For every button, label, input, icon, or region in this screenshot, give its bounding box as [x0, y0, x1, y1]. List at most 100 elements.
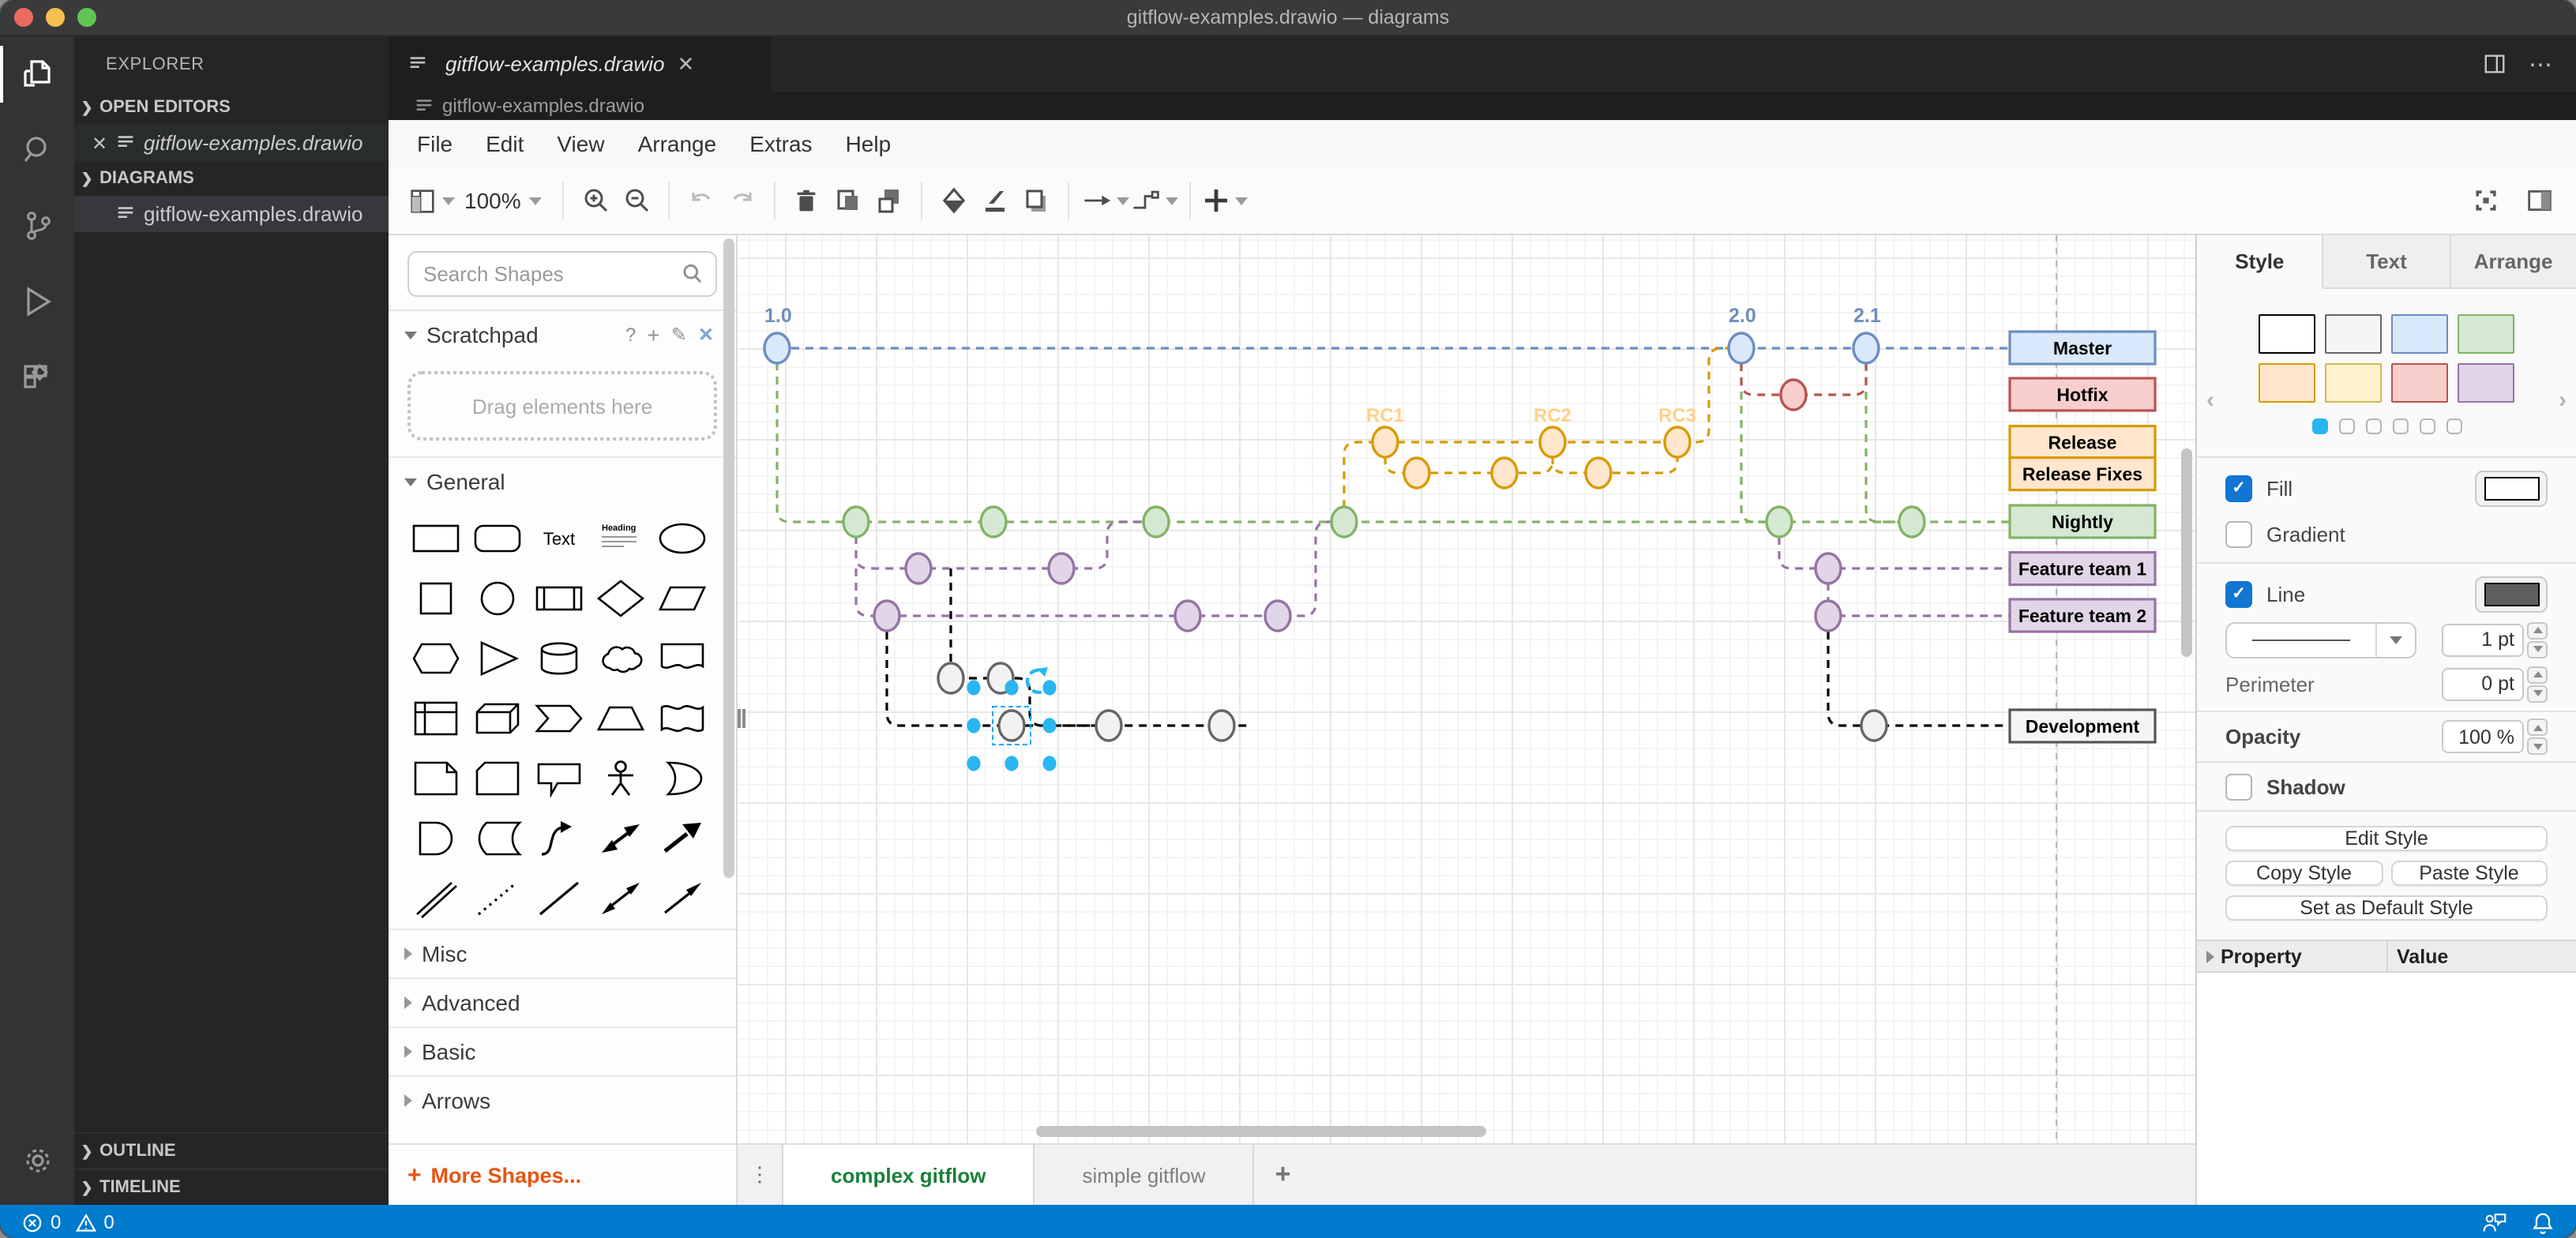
scratchpad-close-icon[interactable]: ✕	[698, 324, 714, 346]
feedback-icon[interactable]	[2481, 1211, 2507, 1233]
shape-bidirectional-arrow[interactable]	[589, 812, 651, 865]
commit-node-orange[interactable]	[1584, 456, 1613, 490]
add-page-button[interactable]: +	[1255, 1145, 1312, 1205]
commit-node-red[interactable]	[1779, 378, 1808, 411]
commit-node-blue[interactable]	[1852, 332, 1880, 365]
commit-node-orange[interactable]	[1490, 456, 1519, 490]
zoom-out-button[interactable]	[616, 177, 657, 224]
line-width-stepper[interactable]	[2527, 621, 2548, 658]
palette-scrollbar[interactable]	[723, 238, 734, 878]
commit-node-selected[interactable]	[997, 709, 1026, 742]
menu-help[interactable]: Help	[846, 131, 892, 156]
branch-edge-green[interactable]	[1864, 363, 1912, 523]
commit-node-orange[interactable]	[1403, 456, 1431, 490]
preset-page-dot-5[interactable]	[2446, 418, 2461, 434]
pages-menu-icon[interactable]: ⋮	[738, 1145, 782, 1205]
shadow-checkbox[interactable]	[2225, 773, 2252, 800]
activity-search[interactable]	[0, 112, 74, 188]
close-icon[interactable]: ✕	[87, 132, 112, 154]
branch-label-feature-team-1[interactable]: Feature team 1	[2008, 550, 2157, 587]
style-preset-1[interactable]	[2325, 314, 2382, 354]
commit-node-green[interactable]	[979, 505, 1008, 538]
shape-cube[interactable]	[466, 692, 528, 745]
edit-style-button[interactable]: Edit Style	[2225, 826, 2548, 851]
undo-button[interactable]	[681, 177, 722, 224]
scratchpad-header[interactable]: Scratchpad ? + ✎ ✕	[389, 310, 736, 358]
zoom-level-dropdown[interactable]: 100%	[455, 188, 551, 213]
timeline-header[interactable]: ❯ TIMELINE	[74, 1169, 389, 1205]
commit-node-orange[interactable]	[1538, 426, 1567, 459]
shape-rounded-rectangle[interactable]	[466, 512, 528, 565]
menu-arrange[interactable]: Arrange	[638, 131, 717, 156]
shape-circle[interactable]	[466, 572, 528, 625]
shape-callout[interactable]	[528, 752, 589, 805]
shape-and[interactable]	[404, 812, 466, 865]
commit-node-green[interactable]	[1330, 505, 1358, 538]
editor-tab[interactable]: gitflow-examples.drawio ✕	[389, 36, 772, 92]
zoom-in-button[interactable]	[575, 177, 616, 224]
split-editor-icon[interactable]	[2483, 52, 2507, 76]
general-section-header[interactable]: General	[389, 456, 736, 505]
style-preset-6[interactable]	[2391, 363, 2448, 403]
activity-explorer[interactable]	[0, 36, 74, 112]
branch-label-release-fixes[interactable]: Release Fixes	[2008, 456, 2157, 492]
branch-label-release[interactable]: Release	[2008, 424, 2157, 460]
line-color-button[interactable]	[974, 177, 1016, 224]
shape-line[interactable]	[528, 872, 589, 925]
preset-page-dot-0[interactable]	[2311, 418, 2327, 434]
style-preset-7[interactable]	[2458, 363, 2514, 403]
shape-arrow[interactable]	[651, 812, 712, 865]
fill-checkbox[interactable]: ✓	[2225, 475, 2252, 501]
commit-node-orange[interactable]	[1371, 426, 1399, 459]
shape-parallelogram[interactable]	[651, 572, 712, 625]
shape-textbox[interactable]: Heading	[589, 512, 651, 565]
commit-node-purple[interactable]	[1173, 599, 1202, 632]
shape-hexagon[interactable]	[404, 632, 466, 685]
commit-node-blue[interactable]	[763, 332, 791, 365]
branch-edge-green[interactable]	[1740, 363, 1779, 523]
preset-page-dot-2[interactable]	[2365, 418, 2381, 434]
shape-square[interactable]	[404, 572, 466, 625]
section-advanced[interactable]: Advanced	[389, 977, 736, 1026]
search-shapes-input[interactable]	[407, 251, 717, 297]
commit-node-green[interactable]	[1142, 505, 1170, 538]
redo-button[interactable]	[722, 177, 763, 224]
shape-document[interactable]	[651, 632, 712, 685]
scratchpad-add-icon[interactable]: +	[647, 322, 659, 347]
commit-node-purple[interactable]	[1814, 552, 1842, 585]
error-count[interactable]: 0	[51, 1211, 61, 1233]
branch-label-master[interactable]: Master	[2008, 330, 2157, 366]
commit-node-purple[interactable]	[1264, 599, 1292, 632]
line-color-swatch[interactable]	[2475, 576, 2548, 612]
line-checkbox[interactable]: ✓	[2225, 580, 2252, 607]
scratchpad-help-icon[interactable]: ?	[625, 324, 636, 346]
preset-page-dot-1[interactable]	[2338, 418, 2354, 434]
waypoint-style-button[interactable]	[1129, 177, 1178, 224]
shadow-button[interactable]	[1016, 177, 1057, 224]
commit-node-orange[interactable]	[1663, 426, 1692, 459]
commit-node-gray[interactable]	[1860, 709, 1888, 742]
scratchpad-dropzone[interactable]: Drag elements here	[407, 371, 717, 441]
shape-diamond[interactable]	[589, 572, 651, 625]
format-tab-arrange[interactable]: Arrange	[2450, 235, 2576, 289]
commit-node-green[interactable]	[1898, 505, 1926, 538]
format-tab-text[interactable]: Text	[2323, 235, 2451, 289]
connection-style-button[interactable]	[1080, 177, 1129, 224]
shape-directional-connector[interactable]	[651, 872, 712, 925]
shape-trapezoid[interactable]	[589, 692, 651, 745]
open-editors-header[interactable]: ❯ OPEN EDITORS	[74, 90, 389, 125]
shape-rectangle[interactable]	[404, 512, 466, 565]
commit-node-purple[interactable]	[1814, 599, 1842, 632]
presets-prev-icon[interactable]: ‹	[2206, 387, 2214, 414]
menu-extras[interactable]: Extras	[749, 131, 812, 156]
style-preset-0[interactable]	[2259, 314, 2315, 354]
more-shapes-button[interactable]: + More Shapes...	[389, 1143, 736, 1205]
commit-node-green[interactable]	[842, 505, 870, 538]
shape-card[interactable]	[466, 752, 528, 805]
property-column-header[interactable]: Property	[2197, 941, 2387, 971]
canvas-horizontal-scrollbar[interactable]	[1036, 1126, 1486, 1137]
style-preset-3[interactable]	[2458, 314, 2514, 354]
editor-more-actions-icon[interactable]: ⋯	[2529, 50, 2554, 78]
fill-color-button[interactable]	[933, 177, 974, 224]
open-editor-item[interactable]: ✕ gitflow-examples.drawio	[74, 125, 389, 161]
